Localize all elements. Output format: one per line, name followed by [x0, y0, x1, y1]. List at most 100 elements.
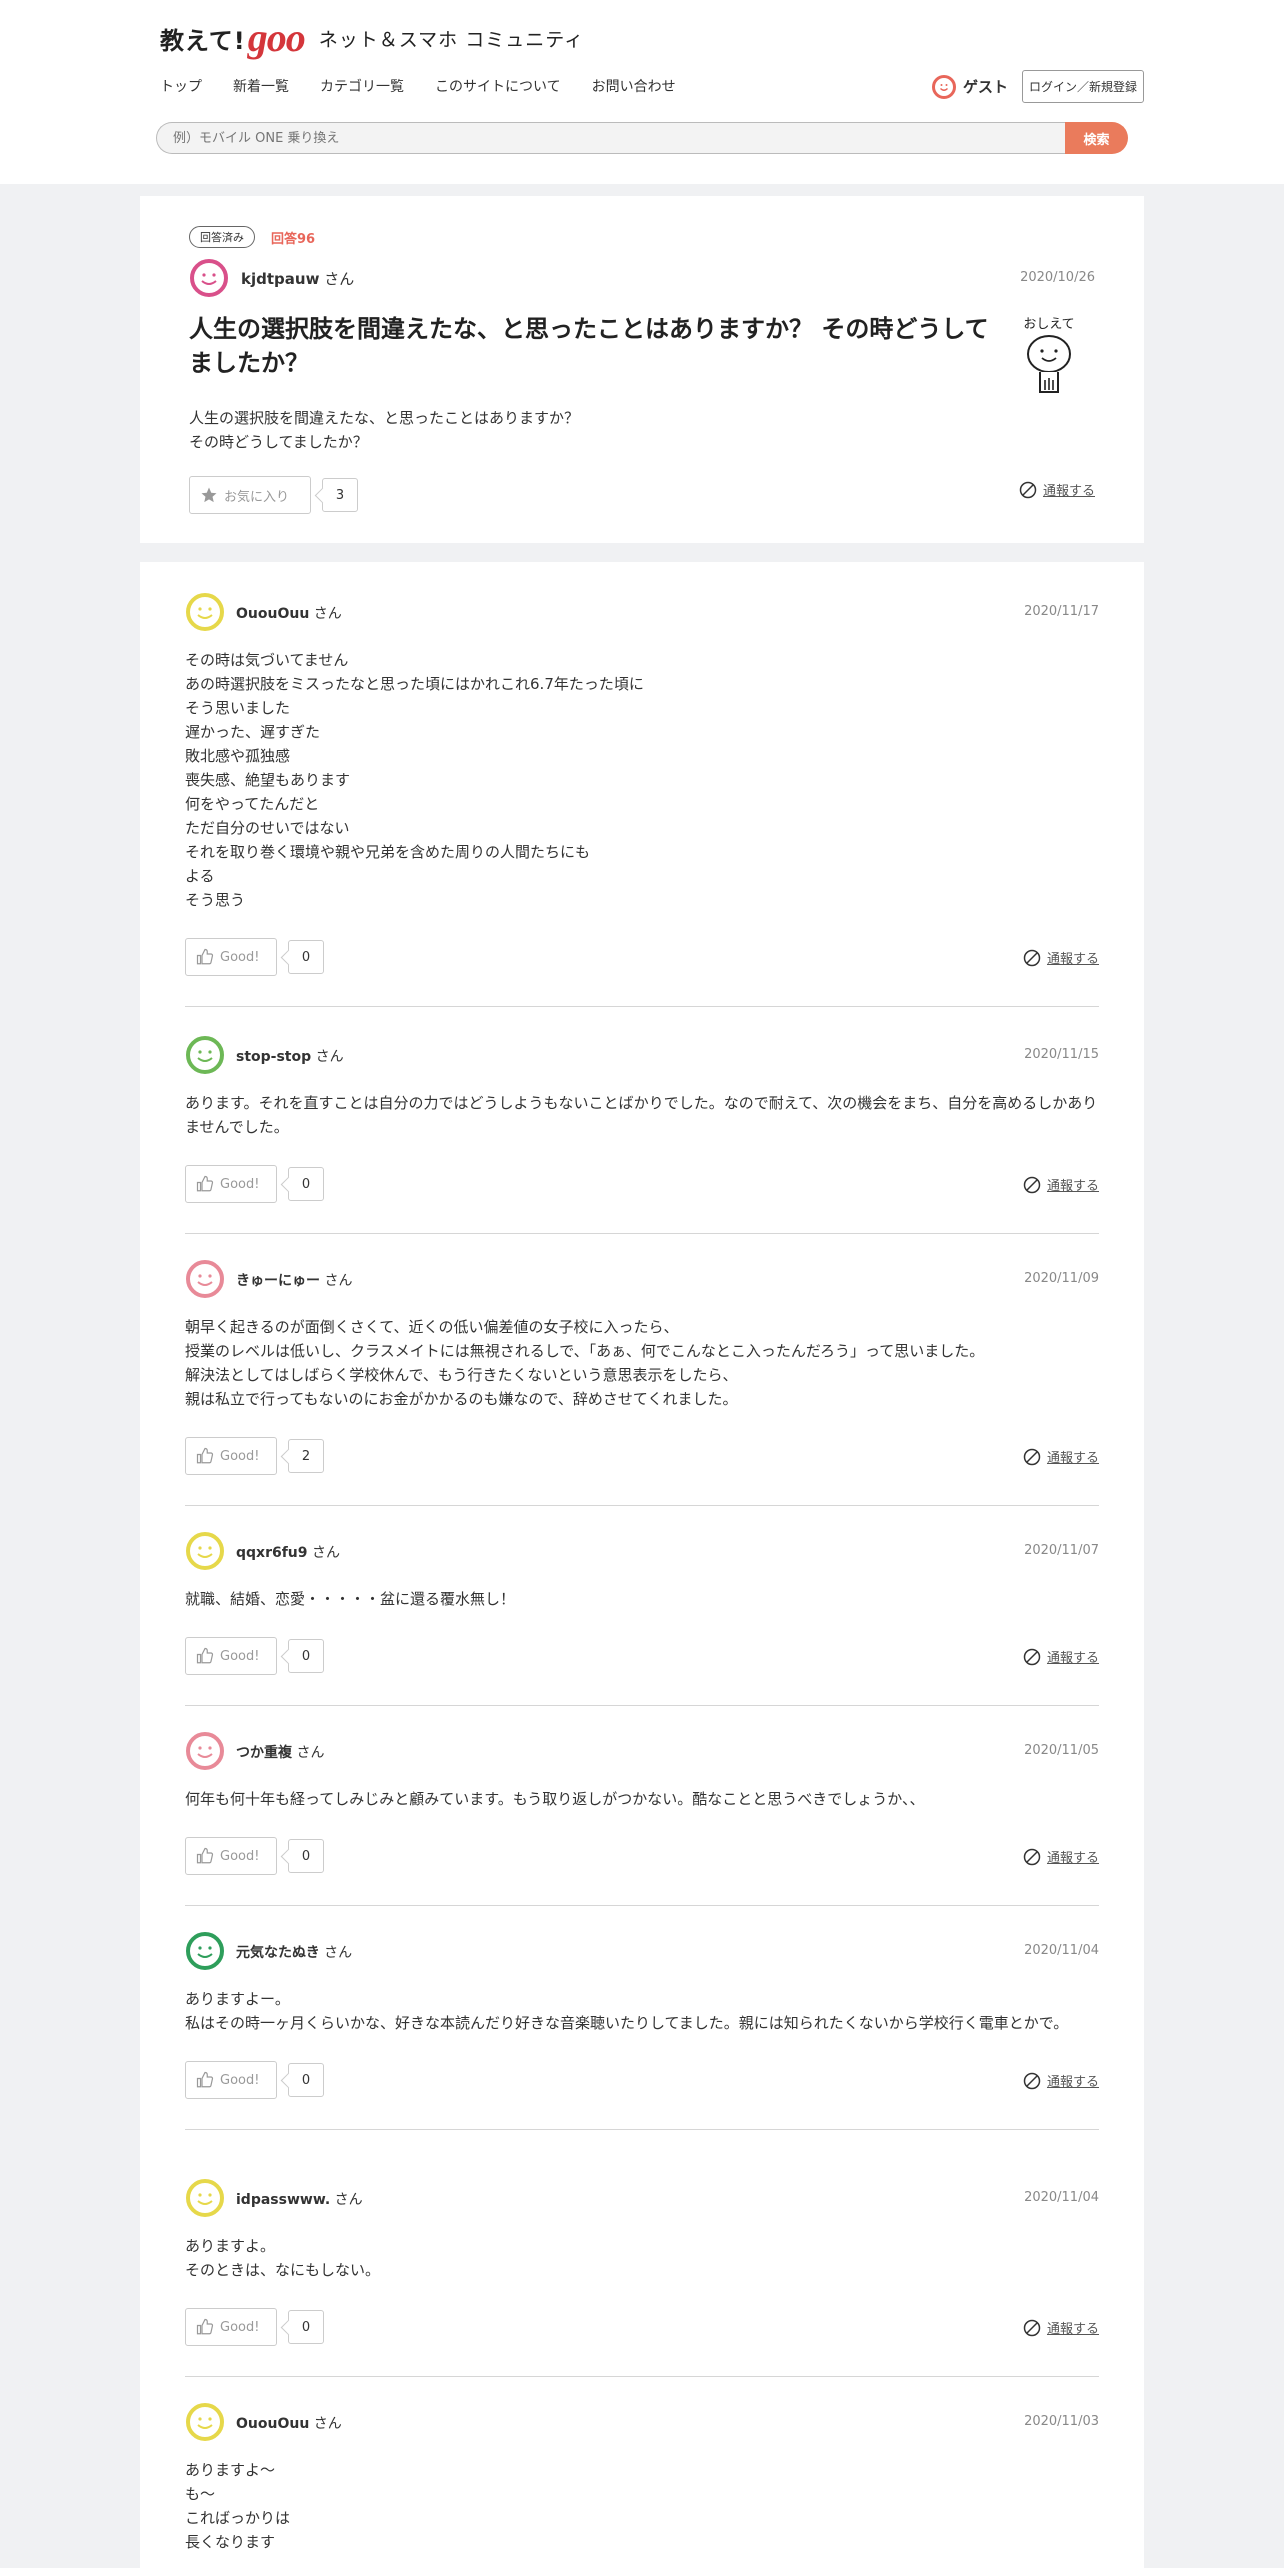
report-icon: [1023, 1648, 1041, 1665]
good-label: Good!: [220, 2072, 260, 2088]
answer-honorific: さん: [292, 1745, 325, 1761]
logo-goo: goo: [247, 15, 306, 60]
answer-body: ありますよ～ も～ こればっかりは 長くなります: [185, 2461, 291, 2551]
report-icon: [1023, 2319, 1041, 2336]
answer-user-avatar[interactable]: [185, 1035, 225, 1075]
report-answer-link[interactable]: 通報する: [1023, 1175, 1099, 1194]
thumbs-up-icon: [196, 2318, 214, 2335]
answer-username[interactable]: OuouOuu: [236, 606, 309, 622]
report-answer-link[interactable]: 通報する: [1023, 2071, 1099, 2090]
good-button[interactable]: Good!: [185, 938, 277, 976]
good-count: 0: [288, 940, 324, 974]
good-count: 0: [288, 1167, 324, 1201]
report-label: 通報する: [1046, 2075, 1099, 2090]
logo-oshiete: 教えて!: [160, 26, 246, 55]
nav-contact[interactable]: お問い合わせ: [592, 76, 676, 96]
mascot-text: おしえて: [1023, 317, 1074, 332]
answer-user-avatar[interactable]: [185, 1531, 225, 1571]
thumbs-up-icon: [196, 1847, 214, 1864]
report-label: 通報する: [1046, 1651, 1099, 1666]
report-label: 通報する: [1046, 1451, 1099, 1466]
answer-item: idpasswww. さん 2020/11/04 ありますよ。 そのときは、なにもし…: [185, 2178, 1099, 2377]
report-label: 通報する: [1046, 1851, 1099, 1866]
answer-body: 就職、結婚、恋愛・・・・・盆に還る覆水無し！: [185, 1590, 516, 1608]
answer-username[interactable]: qqxr6fu9: [236, 1545, 308, 1561]
report-answer-link[interactable]: 通報する: [1023, 2318, 1099, 2337]
oshiete-mascot-icon: おしえて: [1023, 317, 1075, 393]
report-answer-link[interactable]: 通報する: [1023, 1647, 1099, 1666]
login-register-button[interactable]: ログイン／新規登録: [1021, 70, 1144, 103]
good-count: 0: [288, 1639, 324, 1673]
nav-new[interactable]: 新着一覧: [233, 76, 289, 96]
good-button[interactable]: Good!: [185, 1637, 277, 1675]
good-button[interactable]: Good!: [185, 2061, 277, 2099]
good-label: Good!: [220, 1648, 260, 1664]
answer-divider: [185, 1705, 1099, 1706]
search-input[interactable]: [156, 122, 1065, 154]
answer-date: 2020/11/17: [1024, 604, 1099, 619]
answer-date: 2020/11/04: [1024, 2190, 1099, 2205]
report-label: 通報する: [1046, 2322, 1099, 2337]
answer-username[interactable]: 元気なたぬき: [236, 1945, 320, 1961]
answer-body: 何年も何十年も経ってしみじみと顧みています。もう取り返しがつかない。酷なことと思…: [185, 1790, 925, 1808]
star-icon: [201, 487, 217, 503]
answer-username[interactable]: OuouOuu: [236, 2416, 309, 2432]
answer-user[interactable]: qqxr6fu9 さん: [236, 1542, 340, 1562]
answer-honorific: さん: [311, 1049, 344, 1065]
report-question-link[interactable]: 通報する: [1019, 480, 1095, 499]
answer-user[interactable]: idpasswww. さん: [236, 2189, 363, 2209]
answer-user[interactable]: つか重複 さん: [236, 1742, 324, 1762]
search-button[interactable]: 検索: [1065, 122, 1128, 154]
site-logo[interactable]: 教えて! goo ネット＆スマホ コミュニティ: [160, 18, 584, 58]
answer-user-avatar[interactable]: [185, 2178, 225, 2218]
good-count: 0: [288, 1839, 324, 1873]
answer-user[interactable]: きゅーにゅー さん: [236, 1270, 352, 1290]
report-answer-link[interactable]: 通報する: [1023, 1847, 1099, 1866]
question-username[interactable]: kjdtpauw: [241, 270, 319, 288]
favorite-label: お気に入り: [224, 489, 290, 505]
good-label: Good!: [220, 1176, 260, 1192]
good-count: 2: [288, 1439, 324, 1473]
search-bar: 検索: [156, 122, 1128, 154]
answer-user[interactable]: stop-stop さん: [236, 1046, 344, 1066]
report-answer-link[interactable]: 通報する: [1023, 948, 1099, 967]
nav-top[interactable]: トップ: [160, 76, 202, 96]
user-area: ゲスト ログイン／新規登録: [931, 70, 1144, 103]
answer-user-avatar[interactable]: [185, 2402, 225, 2442]
answer-user[interactable]: OuouOuu さん: [236, 603, 342, 623]
answer-honorific: さん: [307, 1545, 340, 1561]
good-button[interactable]: Good!: [185, 1837, 277, 1875]
question-user-avatar[interactable]: [189, 258, 229, 298]
report-icon: [1023, 1848, 1041, 1865]
report-icon: [1019, 481, 1037, 498]
answer-username[interactable]: きゅーにゅー: [236, 1273, 320, 1289]
answer-user-avatar[interactable]: [185, 592, 225, 632]
thumbs-up-icon: [196, 2071, 214, 2088]
answer-date: 2020/11/05: [1024, 1743, 1099, 1758]
answer-date: 2020/11/09: [1024, 1271, 1099, 1286]
answer-username[interactable]: stop-stop: [236, 1049, 311, 1065]
nav-categories[interactable]: カテゴリ一覧: [320, 76, 404, 96]
good-button[interactable]: Good!: [185, 1165, 277, 1203]
answer-count[interactable]: 回答96: [271, 228, 315, 247]
answer-user[interactable]: OuouOuu さん: [236, 2413, 342, 2433]
answer-user-avatar[interactable]: [185, 1931, 225, 1971]
report-answer-link[interactable]: 通報する: [1023, 1447, 1099, 1466]
good-button[interactable]: Good!: [185, 1437, 277, 1475]
question-user[interactable]: kjdtpauw さん: [241, 268, 354, 289]
answer-body: ありますよー。 私はその時一ヶ月くらいかな、好きな本読んだり好きな音楽聴いたりし…: [185, 1990, 1069, 2032]
answer-body: その時は気づいてません あの時選択肢をミスったなと思った頃にはかれこれ6.7年た…: [185, 651, 644, 909]
answer-divider: [185, 1905, 1099, 1906]
answer-item: つか重複 さん 2020/11/05 何年も何十年も経ってしみじみと顧みています。も…: [185, 1731, 1099, 1906]
question-body: 人生の選択肢を間違えたな、と思ったことはありますか？ その時どうしてましたか？: [189, 409, 580, 451]
good-button[interactable]: Good!: [185, 2308, 277, 2346]
answer-username[interactable]: idpasswww.: [236, 2192, 330, 2208]
site-header: 教えて! goo ネット＆スマホ コミュニティ トップ 新着一覧 カテゴリ一覧 …: [0, 0, 1284, 184]
favorite-button[interactable]: お気に入り: [189, 476, 311, 514]
answer-user-avatar[interactable]: [185, 1259, 225, 1299]
answer-user[interactable]: 元気なたぬき さん: [236, 1942, 352, 1962]
answer-user-avatar[interactable]: [185, 1731, 225, 1771]
answer-item: stop-stop さん 2020/11/15 あります。それを直すことは自分の力で…: [185, 1035, 1099, 1234]
answer-username[interactable]: つか重複: [236, 1745, 292, 1761]
nav-about[interactable]: このサイトについて: [435, 76, 561, 96]
